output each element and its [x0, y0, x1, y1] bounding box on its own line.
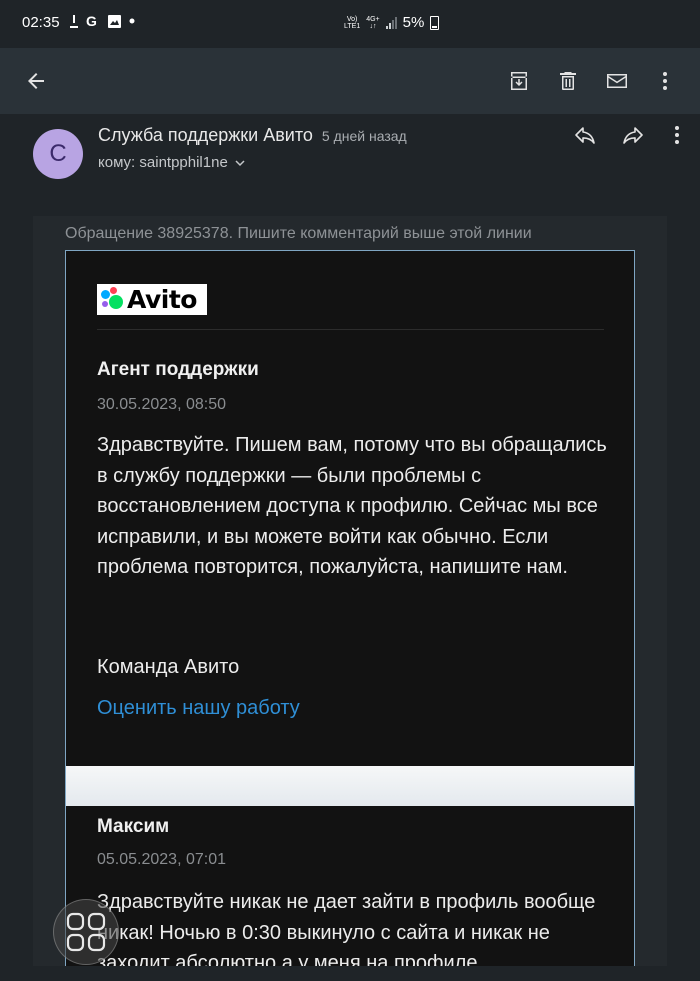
more-vert-icon: [663, 72, 667, 90]
reply-text: Здравствуйте никак не дает зайти в профи…: [97, 891, 596, 967]
agent-name: Агент поддержки: [97, 359, 259, 380]
sender-header: C Служба поддержки Авито 5 дней назад ко…: [0, 114, 700, 216]
message-text: Здравствуйте. Пишем вам, потому что вы о…: [97, 434, 607, 578]
status-time: 02:35: [22, 14, 60, 31]
archive-button[interactable]: [501, 63, 537, 99]
mail-icon: [607, 74, 627, 88]
reply-author: Максим: [97, 816, 170, 837]
notification-icons: G: [70, 14, 135, 28]
recipient-toggle[interactable]: кому: saintpphil1ne: [98, 154, 246, 171]
reply-button[interactable]: [567, 117, 603, 153]
agent-date: 30.05.2023, 08:50: [97, 396, 227, 413]
avito-logo-dots-icon: [97, 284, 127, 315]
message-more-button[interactable]: [659, 117, 695, 153]
multi-window-button[interactable]: [53, 899, 119, 965]
avito-logo-text: Avito: [127, 285, 197, 314]
trash-icon: [560, 72, 576, 90]
bottom-strip: [0, 966, 700, 981]
signature: Команда Авито: [97, 656, 240, 678]
sent-time: 5 дней назад: [321, 128, 407, 144]
message-body: Обращение 38925378. Пишите комментарий в…: [33, 216, 667, 967]
ticket-line: Обращение 38925378. Пишите комментарий в…: [65, 225, 532, 242]
download-notification-icon: [70, 14, 78, 28]
forward-button[interactable]: [615, 117, 651, 153]
app-bar: [0, 48, 700, 114]
divider: [97, 329, 604, 330]
sender-name: Служба поддержки Авито: [98, 125, 313, 145]
volte-indicator: Vo) LTE1: [344, 15, 361, 30]
forward-icon: [623, 127, 643, 144]
svg-text:G: G: [86, 14, 97, 28]
grid-icon: [66, 912, 106, 952]
more-notifications-dot-icon: [129, 18, 135, 24]
arrow-back-icon: [28, 73, 44, 89]
gallery-icon: [108, 14, 121, 28]
status-bar: 02:35 G Vo) LTE1 4G+ ↓↑ 5%: [0, 0, 700, 48]
battery-icon: [430, 15, 440, 30]
email-card: Avito Агент поддержки 30.05.2023, 08:50 …: [65, 250, 635, 967]
recipient-label: кому: saintpphil1ne: [98, 154, 228, 171]
delete-button[interactable]: [550, 63, 586, 99]
avito-logo: Avito: [97, 284, 207, 315]
reply-date: 05.05.2023, 07:01: [97, 851, 227, 868]
battery-percent: 5%: [402, 14, 425, 31]
status-right: Vo) LTE1 4G+ ↓↑ 5%: [344, 14, 440, 31]
avatar[interactable]: C: [33, 129, 83, 179]
more-options-button[interactable]: [647, 63, 683, 99]
network-type-indicator: 4G+ ↓↑: [366, 15, 380, 30]
rate-link[interactable]: Оценить нашу работу: [97, 697, 300, 720]
sender-name-line: Служба поддержки Авито 5 дней назад: [98, 125, 407, 146]
separator-band: [66, 766, 634, 806]
google-icon: G: [86, 14, 97, 28]
signal-icon: [385, 16, 397, 29]
mark-unread-button[interactable]: [599, 63, 635, 99]
archive-icon: [511, 72, 527, 90]
back-button[interactable]: [18, 63, 54, 99]
chevron-down-icon: [235, 159, 245, 166]
more-vert-icon: [675, 126, 679, 144]
reply-icon: [575, 127, 595, 144]
